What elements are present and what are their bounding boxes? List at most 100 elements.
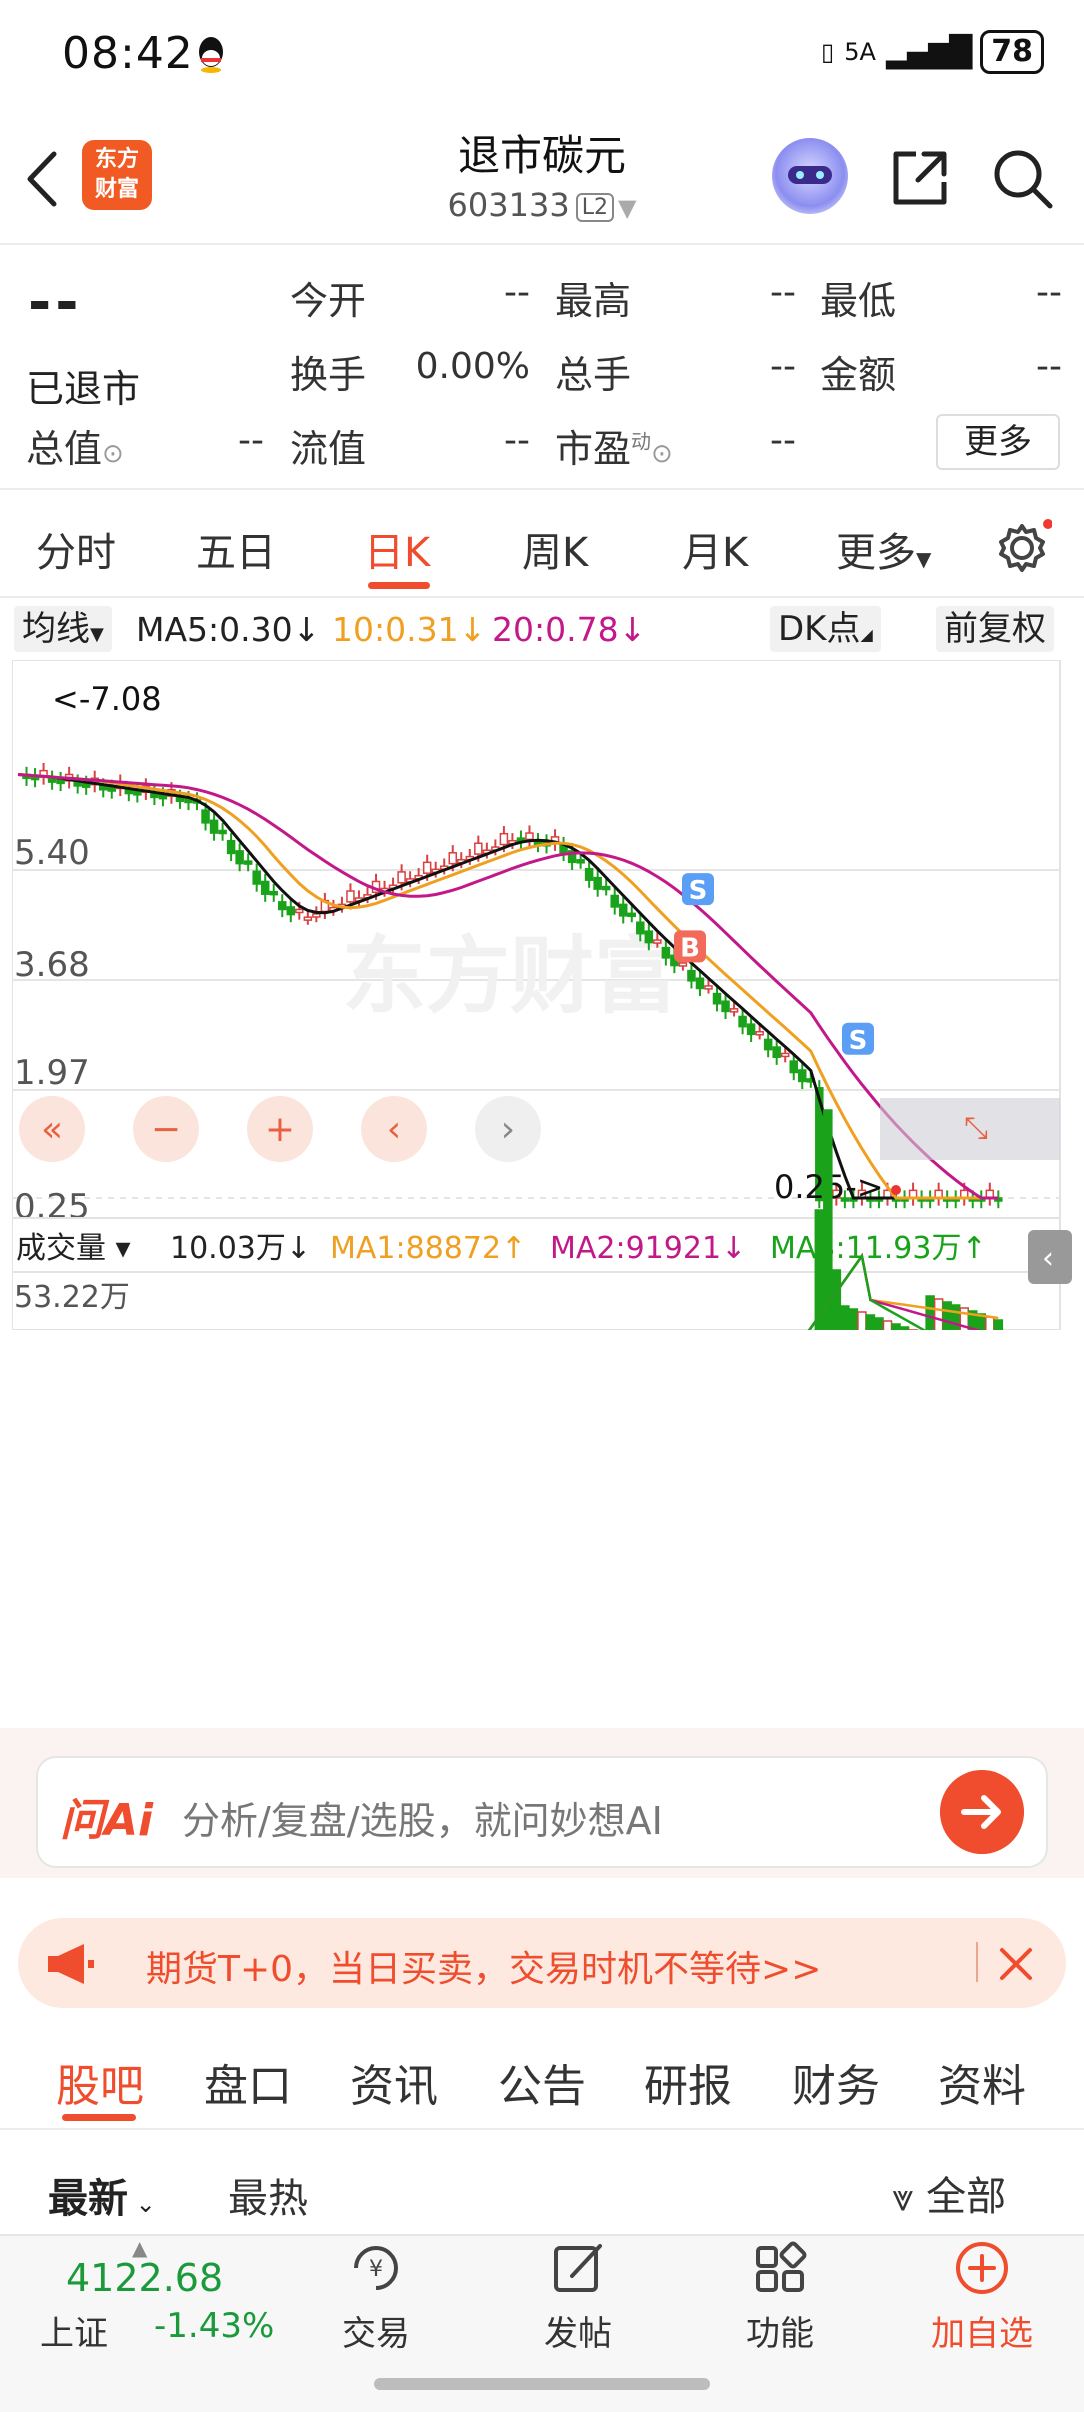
tab-intraday[interactable]: 分时	[36, 520, 116, 578]
filter-label: 全部	[926, 2174, 1007, 2220]
adjust-selector[interactable]: 前复权	[936, 606, 1054, 652]
tab-research[interactable]: 研报	[644, 2050, 732, 2114]
candle-body	[295, 908, 304, 914]
index-change[interactable]: -1.43%	[154, 2306, 274, 2346]
sort-latest[interactable]: 最新 ⌄	[48, 2166, 156, 2224]
pe-text: 市盈	[555, 427, 632, 471]
candle-body	[346, 890, 355, 903]
candle-body	[772, 1046, 781, 1058]
nav-glyph: «	[41, 1109, 63, 1150]
candle-body	[226, 839, 236, 855]
stock-code: 603133	[447, 186, 570, 224]
index-name[interactable]: 上证	[40, 2306, 108, 2355]
tab-more-label: 更多	[836, 530, 916, 576]
candle-body	[729, 1008, 739, 1013]
nav-trade-label: 交易	[342, 2314, 410, 2354]
active-subtab-indicator	[62, 2114, 136, 2121]
delisted-status: 已退市	[26, 367, 141, 411]
arrow-right-icon[interactable]	[940, 1770, 1024, 1854]
pe-dynamic-mark: 动	[631, 429, 652, 454]
tab-monthly-k[interactable]: 月K	[682, 520, 748, 578]
volume-current: 10.03万↓	[170, 1231, 311, 1266]
kline-chart[interactable]: 东方财富5.403.681.970.25<-7.080.25->SBS«−+‹›…	[12, 660, 1072, 1330]
candle-body	[448, 852, 458, 865]
banner-divider	[976, 1942, 978, 1982]
candle-body	[576, 859, 585, 864]
filter-all[interactable]: ⩔ 全部	[892, 2164, 1006, 2222]
high-price-label: <-7.08	[52, 680, 162, 718]
sort-hot[interactable]: 最热	[228, 2166, 308, 2224]
ma-selector[interactable]: 均线▼	[14, 606, 112, 652]
volume-bar	[891, 1323, 901, 1330]
nav-post-label: 发帖	[544, 2314, 612, 2354]
ai-robot-icon[interactable]	[772, 138, 848, 214]
home-indicator	[374, 2378, 710, 2390]
vol-ma1: MA1:88872↑	[330, 1231, 526, 1266]
tab-daily-k[interactable]: 日K	[364, 520, 430, 578]
open-label: 今开	[290, 279, 367, 323]
price-tick-label: 0.25	[14, 1187, 90, 1227]
info-icon: ⊙	[102, 439, 124, 469]
banner-text[interactable]: 期货T+0，当日买卖，交易时机不等待>>	[146, 1940, 821, 1992]
settings-gear-icon[interactable]	[996, 518, 1052, 574]
candle-body	[653, 939, 662, 944]
ai-input-placeholder[interactable]: 分析/复盘/选股，就问妙想AI	[182, 1790, 663, 1845]
volume-bar	[823, 1109, 833, 1330]
nav-post[interactable]: 发帖	[498, 2236, 658, 2355]
nav-trade[interactable]: ¥ 交易	[296, 2236, 456, 2355]
tab-announcements[interactable]: 公告	[498, 2050, 586, 2114]
volume-label: 总手	[555, 353, 632, 397]
vibrate-icon: ▯	[821, 38, 835, 66]
tab-news[interactable]: 资讯	[350, 2050, 438, 2114]
volume-bar	[865, 1314, 876, 1330]
tab-five-day[interactable]: 五日	[196, 520, 276, 578]
candle-body	[312, 913, 321, 918]
nav-glyph: +	[265, 1109, 295, 1150]
expand-icon: ⤡	[964, 1111, 988, 1146]
volume-bar	[950, 1304, 961, 1330]
tab-order-book[interactable]: 盘口	[204, 2050, 292, 2114]
low-value: --	[1036, 272, 1062, 313]
tab-financials[interactable]: 财务	[792, 2050, 880, 2114]
search-icon[interactable]	[990, 146, 1056, 212]
price-tick-label: 3.68	[14, 945, 90, 985]
tab-forum[interactable]: 股吧	[56, 2050, 144, 2114]
candle-body	[755, 1031, 764, 1036]
dk-point-toggle[interactable]: DK点◢	[770, 606, 881, 652]
candle-body	[243, 860, 253, 865]
sort-latest-label: 最新	[48, 2176, 128, 2222]
trade-marker-label: S	[689, 876, 708, 906]
float-cap-label: 流值	[290, 427, 367, 471]
index-value[interactable]: 4122.68	[66, 2256, 223, 2300]
nav-functions[interactable]: 功能	[700, 2236, 860, 2355]
megaphone-icon	[48, 1944, 94, 1984]
candle-body	[644, 930, 654, 944]
nav-add-watchlist[interactable]: 加自选	[902, 2236, 1062, 2355]
chevron-down-icon: ⌄	[128, 2190, 156, 2218]
candle-body	[525, 832, 534, 841]
candle-body	[252, 870, 261, 885]
candle-body	[474, 842, 483, 855]
close-icon[interactable]	[994, 1942, 1038, 1986]
volume-max-label: 53.22万	[14, 1280, 130, 1315]
candle-body	[610, 894, 619, 908]
ma-selector-label: 均线	[22, 609, 90, 649]
more-button[interactable]: 更多	[936, 414, 1060, 470]
market-cap-label[interactable]: 总值⊙	[26, 418, 124, 473]
pe-label[interactable]: 市盈动⊙	[555, 418, 673, 473]
caret-down-icon: ▼	[916, 547, 932, 571]
share-icon[interactable]	[888, 146, 952, 210]
volume-bar	[933, 1298, 944, 1330]
amount-label: 金额	[820, 353, 897, 397]
low-label: 最低	[820, 279, 897, 323]
trade-icon: ¥	[354, 2246, 398, 2290]
tab-weekly-k[interactable]: 周K	[522, 520, 588, 578]
volume-value: --	[770, 346, 796, 387]
tab-profile[interactable]: 资料	[938, 2050, 1026, 2114]
turnover-label: 换手	[290, 353, 367, 397]
volume-bar	[942, 1301, 952, 1330]
edit-icon	[554, 2244, 602, 2292]
tab-more[interactable]: 更多▼	[836, 520, 931, 578]
watermark-text: 东方财富	[342, 927, 678, 1025]
candle-body	[201, 809, 210, 824]
